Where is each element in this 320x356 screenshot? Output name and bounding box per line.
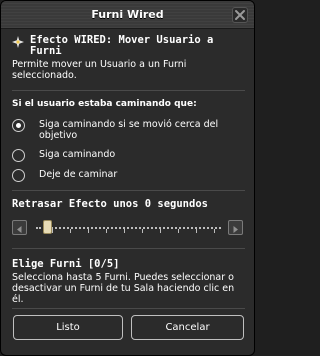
furni-select-label: Elige Furni [0/5]: [12, 258, 120, 270]
radio-button[interactable]: [12, 119, 25, 132]
walking-section-label: Si el usuario estaba caminando que:: [12, 99, 197, 109]
radio-option-keep-walking-near[interactable]: Siga caminando si se movió cerca del obj…: [12, 119, 247, 143]
slider-tick: [52, 229, 53, 233]
radio-label: Siga caminando si se movió cerca del obj…: [39, 119, 219, 141]
wired-dialog: Furni Wired Efecto WIRED: Mover Usuario …: [0, 0, 255, 356]
cancel-button[interactable]: Cancelar: [131, 315, 244, 340]
slider-tick: [88, 229, 89, 233]
radio-option-keep-walking[interactable]: Siga caminando: [12, 149, 247, 163]
effect-title: Efecto WIRED: Mover Usuario a Furni: [30, 34, 214, 57]
title-bar[interactable]: Furni Wired: [1, 1, 254, 29]
divider: [12, 308, 245, 309]
divider: [12, 90, 245, 91]
ok-button[interactable]: Listo: [13, 315, 123, 340]
slider-tick: [214, 229, 215, 233]
slider-tick: [70, 229, 71, 233]
slider-tick: [142, 229, 143, 233]
slider-tick: [178, 229, 179, 233]
radio-label: Deje de caminar: [39, 169, 118, 180]
radio-option-stop-walking[interactable]: Deje de caminar: [12, 169, 247, 183]
slider-tick: [196, 229, 197, 233]
close-button[interactable]: [232, 7, 248, 23]
slider-tick: [106, 229, 107, 233]
arrow-left-icon: [17, 226, 22, 233]
window-title: Furni Wired: [91, 8, 164, 21]
radio-button[interactable]: [12, 169, 25, 182]
slider-tick: [124, 229, 125, 233]
delay-increase-button[interactable]: [228, 220, 243, 235]
radio-label: Siga caminando: [39, 149, 116, 160]
wired-star-icon: [12, 36, 24, 48]
radio-button[interactable]: [12, 149, 25, 162]
divider: [12, 248, 245, 249]
delay-label: Retrasar Efecto unos 0 segundos: [12, 198, 208, 210]
effect-header: Efecto WIRED: Mover Usuario a Furni: [12, 35, 244, 57]
close-icon: [235, 10, 245, 20]
slider-tick: [160, 229, 161, 233]
delay-slider-ticks: [36, 227, 221, 233]
delay-decrease-button[interactable]: [12, 220, 27, 235]
delay-slider-thumb[interactable]: [43, 220, 52, 234]
arrow-right-icon: [233, 226, 238, 233]
divider: [12, 190, 245, 191]
effect-description: Permite mover un Usuario a un Furni sele…: [12, 59, 187, 81]
furni-select-description: Selecciona hasta 5 Furni. Puedes selecci…: [12, 272, 235, 305]
